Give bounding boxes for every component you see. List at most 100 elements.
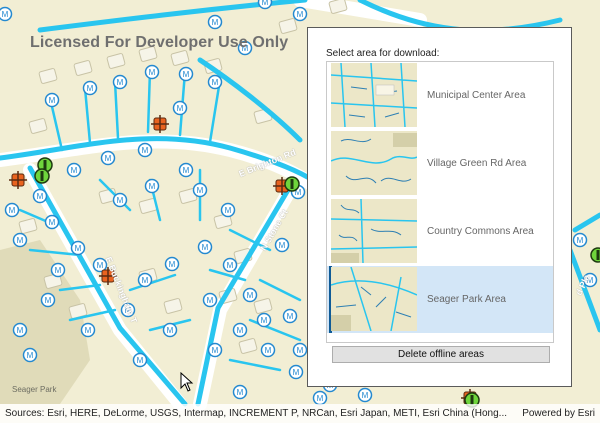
svg-text:M: M	[212, 78, 219, 87]
meter-icon: M	[82, 80, 98, 96]
area-label: Seager Park Area	[427, 294, 506, 305]
area-thumbnail	[331, 63, 417, 127]
svg-text:M: M	[227, 261, 234, 270]
meter-icon: M	[4, 202, 20, 218]
mouse-cursor-icon	[180, 372, 194, 392]
svg-text:M: M	[279, 241, 286, 250]
meter-icon: M	[274, 237, 290, 253]
powered-by-esri[interactable]: Powered by Esri	[522, 408, 595, 419]
meter-icon: M	[0, 6, 13, 22]
svg-text:M: M	[37, 192, 44, 201]
svg-text:M: M	[177, 104, 184, 113]
svg-text:M: M	[169, 260, 176, 269]
svg-text:M: M	[137, 356, 144, 365]
developer-watermark: Licensed For Developer Use Only	[30, 34, 289, 51]
attribution-sources: Sources: Esri, HERE, DeLorme, USGS, Inte…	[5, 408, 508, 419]
meter-icon: M	[32, 188, 48, 204]
meter-icon: M	[256, 312, 272, 328]
meter-icon: M	[207, 74, 223, 90]
area-item-village-green[interactable]: Village Green Rd Area	[327, 130, 553, 197]
area-label: Village Green Rd Area	[427, 158, 527, 169]
map-attribution: Sources: Esri, HERE, DeLorme, USGS, Inte…	[0, 404, 600, 423]
meter-icon: M	[80, 322, 96, 338]
area-item-municipal-center[interactable]: Municipal Center Area	[327, 62, 553, 129]
meter-icon: M	[572, 232, 588, 248]
meter-icon: M	[70, 240, 86, 256]
meter-icon: M	[162, 322, 178, 338]
meter-icon: M	[22, 347, 38, 363]
svg-text:M: M	[293, 368, 300, 377]
meter-icon: M	[242, 287, 258, 303]
svg-text:M: M	[287, 312, 294, 321]
area-item-country-commons[interactable]: Country Commons Area	[327, 198, 553, 265]
meter-icon: M	[288, 364, 304, 380]
meter-icon: M	[220, 202, 236, 218]
svg-text:M: M	[117, 196, 124, 205]
svg-text:M: M	[149, 68, 156, 77]
meter-icon: M	[112, 74, 128, 90]
area-item-seager-park[interactable]: Seager Park Area	[327, 266, 553, 333]
svg-text:M: M	[55, 266, 62, 275]
svg-text:M: M	[45, 296, 52, 305]
svg-text:M: M	[297, 10, 304, 19]
area-thumbnail	[331, 267, 417, 331]
meter-icon: M	[192, 182, 208, 198]
hydrant-icon	[34, 168, 50, 184]
meter-icon: M	[202, 292, 218, 308]
svg-text:M: M	[197, 186, 204, 195]
meter-icon: M	[357, 387, 373, 403]
meter-icon: M	[232, 384, 248, 400]
svg-text:M: M	[261, 316, 268, 325]
svg-text:M: M	[27, 351, 34, 360]
svg-text:M: M	[117, 78, 124, 87]
meter-icon: M	[132, 352, 148, 368]
meter-icon: M	[137, 142, 153, 158]
meter-icon: M	[260, 342, 276, 358]
meter-icon: M	[257, 0, 273, 10]
svg-text:M: M	[577, 236, 584, 245]
area-label: Municipal Center Area	[427, 90, 526, 101]
delete-offline-areas-button[interactable]: Delete offline areas	[332, 346, 550, 363]
svg-text:M: M	[362, 391, 369, 400]
meter-icon: M	[100, 150, 116, 166]
meter-icon: M	[207, 14, 223, 30]
meter-icon: M	[222, 257, 238, 273]
area-thumbnail	[331, 131, 417, 195]
svg-text:M: M	[87, 84, 94, 93]
svg-text:M: M	[225, 206, 232, 215]
svg-text:M: M	[149, 182, 156, 191]
svg-text:M: M	[9, 206, 16, 215]
svg-text:M: M	[212, 346, 219, 355]
svg-text:M: M	[97, 261, 104, 270]
meter-icon: M	[66, 162, 82, 178]
svg-text:M: M	[105, 154, 112, 163]
svg-text:M: M	[265, 346, 272, 355]
svg-text:M: M	[183, 166, 190, 175]
meter-icon: M	[44, 214, 60, 230]
svg-text:M: M	[202, 243, 209, 252]
svg-text:M: M	[183, 70, 190, 79]
panel-title: Select area for download:	[326, 48, 440, 59]
meter-icon: M	[50, 262, 66, 278]
area-list[interactable]: Municipal Center Area Village Green Rd A…	[326, 61, 554, 343]
svg-text:M: M	[317, 394, 324, 403]
svg-text:M: M	[297, 346, 304, 355]
svg-text:M: M	[237, 388, 244, 397]
meter-icon: M	[292, 342, 308, 358]
svg-text:M: M	[247, 291, 254, 300]
hydrant-icon	[284, 176, 300, 192]
meter-icon: M	[40, 292, 56, 308]
meter-icon: M	[144, 178, 160, 194]
meter-icon: M	[282, 308, 298, 324]
meter-icon: M	[12, 232, 28, 248]
meter-icon: M	[178, 66, 194, 82]
meter-icon: M	[164, 256, 180, 272]
svg-text:M: M	[142, 146, 149, 155]
meter-icon: M	[12, 322, 28, 338]
svg-text:M: M	[207, 296, 214, 305]
meter-icon: M	[312, 390, 328, 406]
meter-icon: M	[197, 239, 213, 255]
svg-text:M: M	[167, 326, 174, 335]
meter-icon: M	[144, 64, 160, 80]
meter-icon: M	[207, 342, 223, 358]
